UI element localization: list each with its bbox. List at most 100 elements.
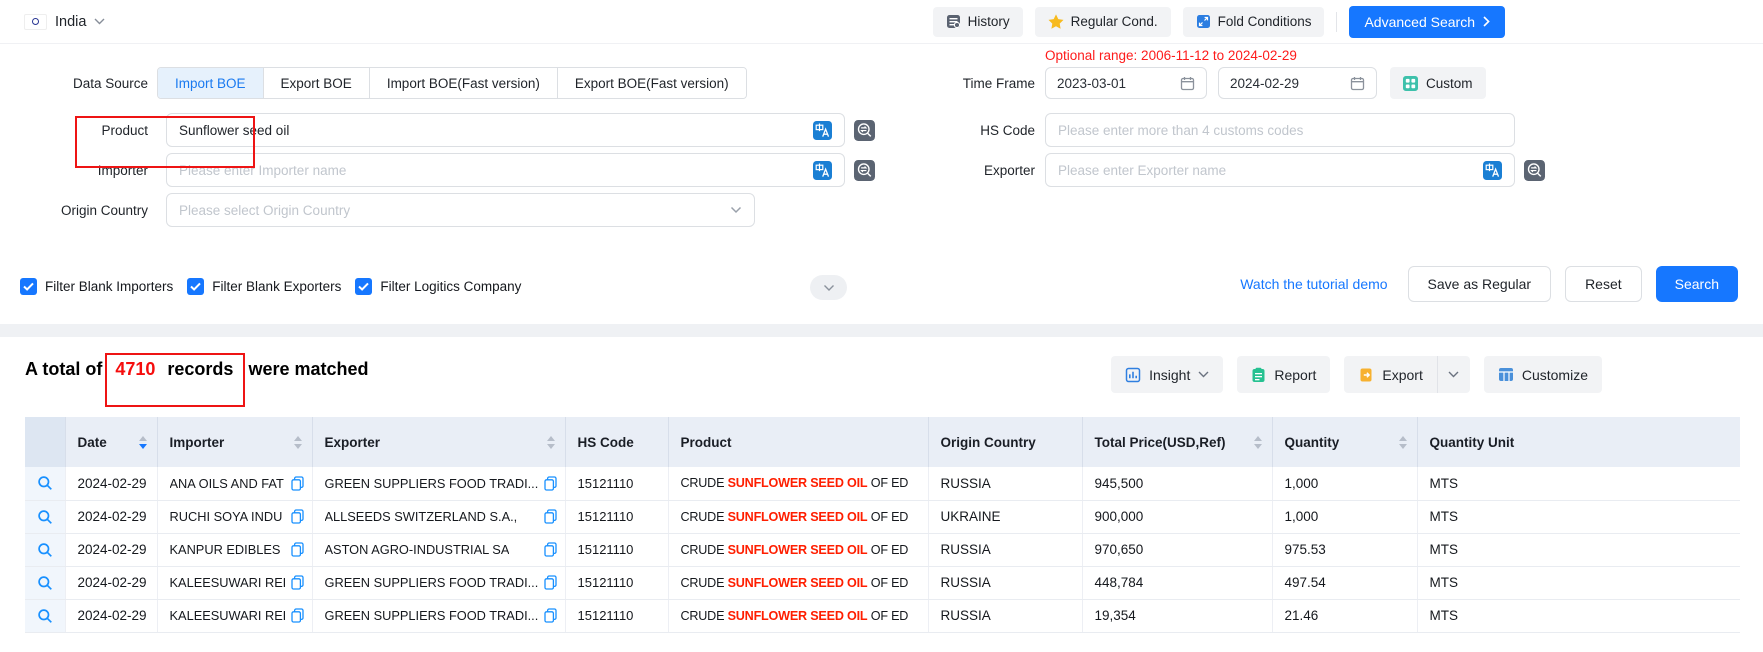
cell-quantity-unit: MTS <box>1417 467 1740 500</box>
tab-export-boe-fast[interactable]: Export BOE(Fast version) <box>557 68 746 98</box>
fuzzy-match-toggle-icon[interactable] <box>854 160 875 181</box>
copy-icon[interactable] <box>291 542 304 557</box>
chevron-down-icon <box>94 18 105 25</box>
cell-exporter: ASTON AGRO-INDUSTRIAL SA <box>325 542 510 557</box>
tab-import-boe-fast[interactable]: Import BOE(Fast version) <box>369 68 557 98</box>
optional-range-text: Optional range: 2006-11-12 to 2024-02-29 <box>1045 48 1297 63</box>
save-as-regular-button[interactable]: Save as Regular <box>1408 266 1552 302</box>
advanced-search-button[interactable]: Advanced Search <box>1349 6 1505 38</box>
filter-actions: Watch the tutorial demo Save as Regular … <box>1240 266 1738 302</box>
checkbox-checked-icon <box>355 278 372 295</box>
records-word: records <box>167 359 233 379</box>
column-header-total-price-usd-ref[interactable]: Total Price(USD,Ref) <box>1082 417 1272 467</box>
column-header-detail <box>25 417 65 467</box>
history-label: History <box>968 14 1010 29</box>
copy-icon[interactable] <box>544 542 557 557</box>
insight-button[interactable]: Insight <box>1111 356 1223 393</box>
filter-blank-exporters-checkbox[interactable]: Filter Blank Exporters <box>187 278 341 295</box>
search-button[interactable]: Search <box>1656 266 1738 302</box>
custom-icon <box>1403 76 1418 91</box>
translate-icon[interactable] <box>1483 161 1502 180</box>
column-header-date[interactable]: Date <box>65 417 157 467</box>
country-selector[interactable]: India <box>24 14 105 30</box>
translate-icon[interactable] <box>813 121 832 140</box>
sort-arrows-icon[interactable] <box>1248 436 1262 449</box>
exporter-input[interactable]: Please enter Exporter name <box>1045 153 1515 187</box>
origin-country-select[interactable]: Please select Origin Country <box>166 193 755 227</box>
importer-row: Importer Please enter Importer name <box>25 153 875 187</box>
sort-arrows-icon[interactable] <box>1393 436 1407 449</box>
table-row: 2024-02-29ANA OILS AND FATGREEN SUPPLIER… <box>25 467 1740 500</box>
cell-origin-country: RUSSIA <box>928 566 1082 599</box>
date-end-input[interactable]: 2024-02-29 <box>1218 67 1377 99</box>
translate-icon[interactable] <box>813 161 832 180</box>
copy-icon[interactable] <box>544 476 557 491</box>
product-input[interactable]: Sunflower seed oil <box>166 113 845 147</box>
cell-hs-code: 15121110 <box>565 599 668 632</box>
filter-panel: Optional range: 2006-11-12 to 2024-02-29… <box>0 45 1763 324</box>
hs-code-input[interactable]: Please enter more than 4 customs codes <box>1045 113 1515 147</box>
column-header-quantity[interactable]: Quantity <box>1272 417 1417 467</box>
copy-icon[interactable] <box>544 608 557 623</box>
cell-date: 2024-02-29 <box>65 566 157 599</box>
reset-button[interactable]: Reset <box>1565 266 1642 302</box>
page: India History Regular Cond. <box>0 0 1763 652</box>
cell-origin-country: RUSSIA <box>928 599 1082 632</box>
history-button[interactable]: History <box>933 7 1023 37</box>
column-header-importer[interactable]: Importer <box>157 417 312 467</box>
sort-arrows-icon[interactable] <box>288 436 302 449</box>
section-divider <box>0 324 1763 337</box>
fold-conditions-button[interactable]: Fold Conditions <box>1183 7 1325 37</box>
fuzzy-match-toggle-icon[interactable] <box>1524 160 1545 181</box>
custom-range-button[interactable]: Custom <box>1390 67 1486 99</box>
exporter-placeholder: Please enter Exporter name <box>1058 163 1226 178</box>
cell-quantity: 497.54 <box>1272 566 1417 599</box>
copy-icon[interactable] <box>291 509 304 524</box>
row-detail-icon[interactable] <box>37 509 53 525</box>
calendar-icon[interactable] <box>1350 76 1365 91</box>
filter-logitics-company-checkbox[interactable]: Filter Logitics Company <box>355 278 521 295</box>
importer-input[interactable]: Please enter Importer name <box>166 153 845 187</box>
cell-product: CRUDE SUNFLOWER SEED OIL OF ED <box>668 500 928 533</box>
topbar-actions: History Regular Cond. Fold Conditions Ad… <box>933 6 1505 38</box>
row-detail-icon[interactable] <box>37 608 53 624</box>
fold-conditions-label: Fold Conditions <box>1218 14 1312 29</box>
row-detail-icon[interactable] <box>37 475 53 491</box>
copy-icon[interactable] <box>291 476 304 491</box>
export-button[interactable]: Export <box>1344 356 1436 393</box>
column-header-quantity-unit: Quantity Unit <box>1417 417 1740 467</box>
regular-cond-button[interactable]: Regular Cond. <box>1035 7 1171 37</box>
row-detail-icon[interactable] <box>37 542 53 558</box>
top-bar: India History Regular Cond. <box>0 0 1763 44</box>
fuzzy-match-toggle-icon[interactable] <box>854 120 875 141</box>
date-start-input[interactable]: 2023-03-01 <box>1045 67 1207 99</box>
cell-importer: KALEESUWARI REF <box>170 575 285 590</box>
checkbox-row: Filter Blank Importers Filter Blank Expo… <box>20 269 535 303</box>
exporter-label: Exporter <box>880 163 1035 178</box>
tutorial-demo-link[interactable]: Watch the tutorial demo <box>1240 276 1387 292</box>
customize-label: Customize <box>1522 367 1588 383</box>
tab-export-boe[interactable]: Export BOE <box>263 68 369 98</box>
sort-arrows-icon[interactable] <box>541 436 555 449</box>
chevron-down-icon <box>1448 371 1459 378</box>
collapse-panel-button[interactable] <box>810 275 847 300</box>
customize-button[interactable]: Customize <box>1484 356 1602 393</box>
report-label: Report <box>1274 367 1316 383</box>
report-button[interactable]: Report <box>1237 356 1330 393</box>
cell-product: CRUDE SUNFLOWER SEED OIL OF ED <box>668 599 928 632</box>
filter-blank-importers-checkbox[interactable]: Filter Blank Importers <box>20 278 173 295</box>
hs-code-placeholder: Please enter more than 4 customs codes <box>1058 123 1303 138</box>
export-options-button[interactable] <box>1437 356 1470 393</box>
copy-icon[interactable] <box>291 608 304 623</box>
copy-icon[interactable] <box>291 575 304 590</box>
report-icon <box>1251 367 1266 383</box>
copy-icon[interactable] <box>544 509 557 524</box>
column-header-exporter[interactable]: Exporter <box>312 417 565 467</box>
copy-icon[interactable] <box>544 575 557 590</box>
row-detail-icon[interactable] <box>37 575 53 591</box>
tab-import-boe[interactable]: Import BOE <box>158 68 263 98</box>
sort-arrows-icon[interactable] <box>133 436 147 449</box>
customize-icon <box>1498 367 1514 382</box>
export-icon <box>1358 367 1374 383</box>
calendar-icon[interactable] <box>1180 76 1195 91</box>
